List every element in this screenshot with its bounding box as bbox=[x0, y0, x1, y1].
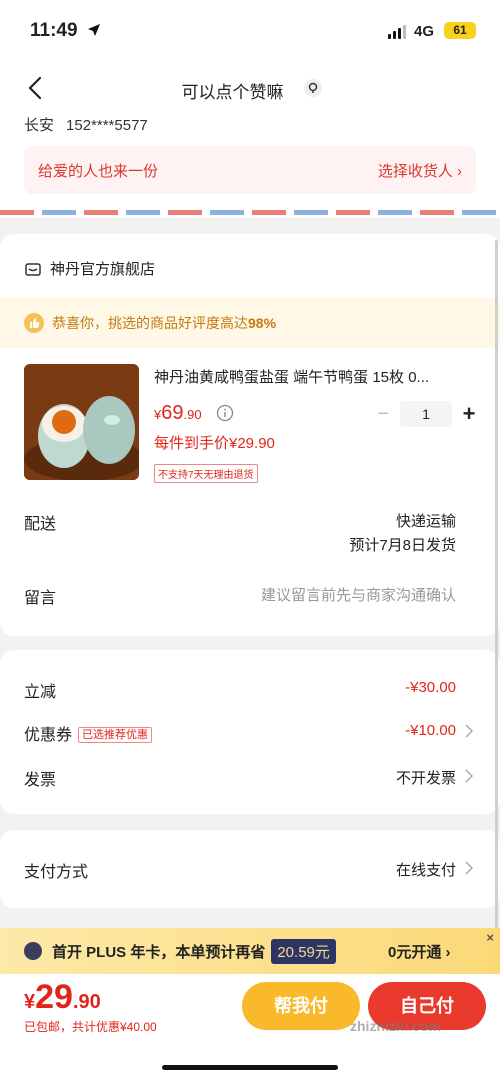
location-pin-icon[interactable] bbox=[303, 78, 323, 98]
home-indicator[interactable] bbox=[162, 1065, 338, 1070]
thumbs-up-icon bbox=[24, 313, 44, 333]
coupon-tag: 已选推荐优惠 bbox=[78, 727, 153, 743]
salted-duck-egg-image bbox=[24, 364, 139, 480]
invoice-label: 发票 bbox=[24, 772, 57, 789]
store-icon bbox=[25, 262, 41, 276]
chevron-right-icon bbox=[465, 724, 474, 738]
choose-receiver-link[interactable]: 选择收货人 › bbox=[378, 160, 462, 181]
instant-discount-label: 立减 bbox=[24, 684, 57, 701]
checkout-bar: ¥29.90 已包邮，共计优惠¥40.00 帮我付 自己付 zhizhizhi.… bbox=[0, 974, 500, 1082]
page-title: 可以点个赞嘛 bbox=[181, 83, 284, 102]
payment-label: 支付方式 bbox=[24, 864, 89, 881]
signal-icon bbox=[388, 25, 406, 39]
plus-promo-bar[interactable]: 首开 PLUS 年卡，本单预计再省 20.59元 0元开通 › × bbox=[0, 928, 500, 974]
product-image[interactable] bbox=[24, 364, 139, 480]
coupon-label: 优惠券 bbox=[24, 727, 73, 744]
return-policy-badge: 不支持7天无理由退货 bbox=[154, 464, 258, 483]
total-price: ¥29.90 bbox=[24, 978, 101, 1016]
increase-button[interactable]: + bbox=[460, 401, 478, 427]
product-title[interactable]: 神丹油黄咸鸭蛋盐蛋 端午节鸭蛋 15枚 0... bbox=[154, 366, 476, 387]
close-icon[interactable]: × bbox=[486, 930, 494, 945]
status-time: 11:49 bbox=[30, 20, 78, 41]
watermark: zhizhizhi.com bbox=[350, 1018, 441, 1034]
product-price: ¥69.90 bbox=[154, 402, 202, 424]
shipping-method: 快递运输 bbox=[395, 513, 456, 530]
coupon-row[interactable]: 优惠券 已选推荐优惠 bbox=[24, 721, 153, 745]
note-input[interactable]: 建议留言前先与商家沟通确认 bbox=[261, 584, 456, 605]
shop-name: 神丹官方旗舰店 bbox=[50, 261, 156, 278]
total-note: 已包邮，共计优惠¥40.00 bbox=[24, 1020, 157, 1034]
info-icon[interactable] bbox=[216, 404, 234, 422]
battery-icon: 61 bbox=[444, 22, 476, 39]
coupon-value[interactable]: -¥10.00 bbox=[405, 722, 456, 739]
gift-text: 给爱的人也来一份 bbox=[38, 162, 159, 180]
praise-banner: 恭喜你，挑选的商品好评度高达98% bbox=[0, 298, 500, 348]
chevron-right-icon bbox=[465, 769, 474, 783]
help-pay-button[interactable]: 帮我付 bbox=[242, 982, 360, 1030]
choose-receiver-label: 选择收货人 bbox=[377, 162, 453, 180]
receiver-phone: 152****5577 bbox=[66, 117, 148, 134]
plus-open-button[interactable]: 0元开通 › bbox=[388, 941, 451, 962]
network-type: 4G bbox=[414, 23, 435, 40]
quantity-field[interactable]: 1 bbox=[400, 401, 452, 427]
praise-value: 98% bbox=[248, 315, 277, 331]
chevron-right-icon bbox=[465, 861, 474, 875]
airmail-border bbox=[0, 210, 500, 215]
decrease-button[interactable]: − bbox=[374, 403, 392, 426]
payment-value[interactable]: 在线支付 bbox=[396, 859, 456, 880]
address-line: 长安 152****5577 bbox=[24, 114, 148, 135]
shipping-info[interactable]: 快递运输 预计7月8日发货 bbox=[349, 510, 456, 558]
plus-promo-text: 首开 PLUS 年卡，本单预计再省 bbox=[52, 943, 266, 961]
shop-header[interactable]: 神丹官方旗舰店 bbox=[24, 258, 155, 279]
nav-bar: 可以点个赞嘛 bbox=[0, 60, 500, 116]
address-card[interactable]: 长安 152****5577 给爱的人也来一份 选择收货人 › bbox=[0, 110, 500, 218]
scrollbar[interactable] bbox=[495, 240, 498, 928]
invoice-value[interactable]: 不开发票 bbox=[396, 767, 456, 788]
plus-membership-icon bbox=[24, 942, 42, 960]
shipping-eta: 预计7月8日发货 bbox=[349, 537, 456, 554]
location-arrow-icon bbox=[88, 24, 100, 36]
status-bar: 11:49 4G 61 bbox=[0, 0, 500, 60]
shipping-label: 配送 bbox=[24, 516, 57, 533]
payment-card[interactable]: 支付方式 在线支付 bbox=[0, 830, 500, 908]
note-label: 留言 bbox=[24, 590, 57, 607]
plus-save-amount: 20.59元 bbox=[271, 938, 336, 964]
praise-text: 恭喜你，挑选的商品好评度高达98% bbox=[52, 315, 277, 331]
instant-discount-value: -¥30.00 bbox=[405, 679, 456, 696]
gift-banner[interactable]: 给爱的人也来一份 选择收货人 › bbox=[24, 146, 476, 194]
shop-card: 神丹官方旗舰店 恭喜你，挑选的商品好评度高达98% 神丹油黄咸鸭蛋盐蛋 端午节鸭… bbox=[0, 234, 500, 636]
receiver-name: 长安 bbox=[24, 117, 55, 134]
discount-card: 立减 -¥30.00 优惠券 已选推荐优惠 -¥10.00 发票 不开发票 bbox=[0, 650, 500, 814]
quantity-stepper: − 1 + bbox=[374, 401, 478, 427]
unit-final-price: 每件到手价¥29.90 bbox=[154, 435, 275, 452]
